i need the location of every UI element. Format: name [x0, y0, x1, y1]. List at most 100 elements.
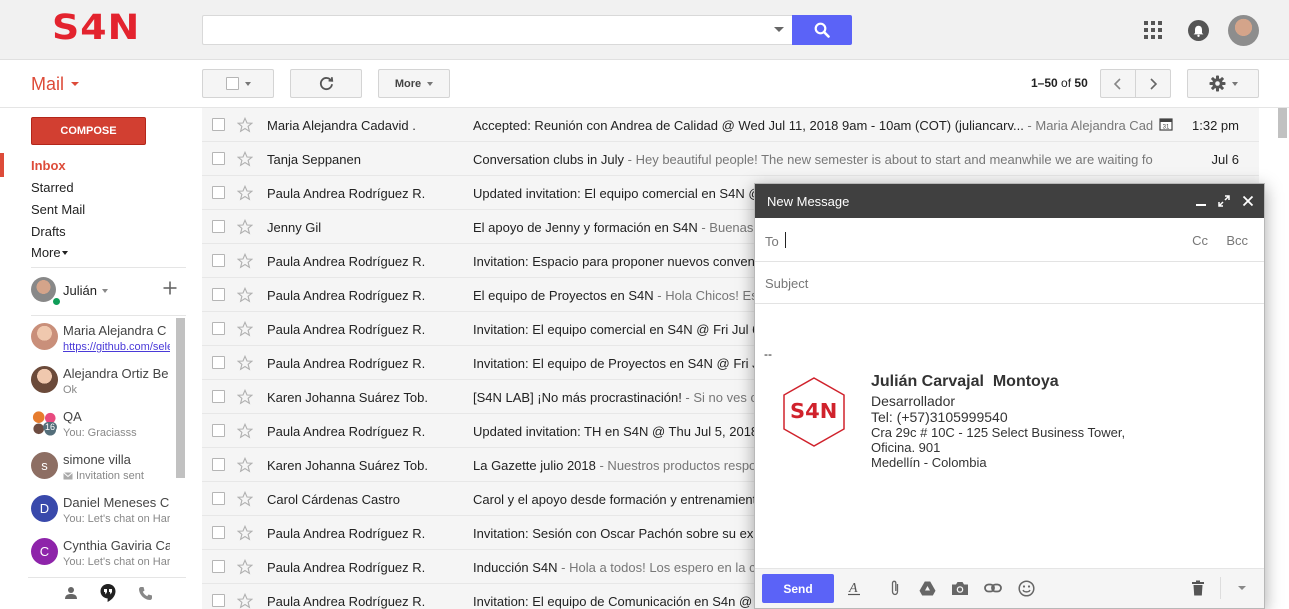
s4n-logo[interactable]: S4N — [52, 11, 140, 46]
row-checkbox[interactable] — [212, 424, 225, 437]
contact-avatar — [31, 323, 58, 350]
close-icon[interactable] — [1242, 195, 1254, 207]
hangouts-contact[interactable]: Maria Alejandra C https://github.com/sele — [28, 316, 176, 359]
row-checkbox[interactable] — [212, 186, 225, 199]
bcc-link[interactable]: Bcc — [1226, 233, 1248, 248]
nav-item-starred[interactable]: Starred — [31, 180, 74, 195]
more-options-chevron-down-icon[interactable] — [1233, 579, 1251, 597]
hangouts-contact[interactable]: D Daniel Meneses C You: Let's chat on Har — [28, 488, 176, 531]
star-icon[interactable] — [237, 355, 253, 371]
contact-avatar: C — [31, 538, 58, 565]
row-checkbox[interactable] — [212, 322, 225, 335]
chevron-down-icon[interactable] — [62, 251, 68, 255]
contact-status[interactable]: https://github.com/sele — [63, 341, 170, 353]
phone-calls-tab[interactable] — [135, 583, 155, 603]
minimize-icon[interactable] — [1195, 195, 1207, 207]
row-checkbox[interactable] — [212, 356, 225, 369]
row-checkbox[interactable] — [212, 594, 225, 607]
contact-name: simone villa — [63, 452, 131, 467]
compose-header[interactable]: New Message — [755, 184, 1264, 218]
hangouts-contact[interactable]: s simone villa Invitation sent — [28, 445, 176, 488]
star-icon[interactable] — [237, 287, 253, 303]
divider — [31, 267, 186, 268]
chevron-down-icon[interactable] — [71, 82, 79, 86]
to-field[interactable]: To Cc Bcc — [755, 219, 1264, 262]
active-indicator — [0, 153, 4, 177]
email-row[interactable]: Tanja Seppanen Conversation clubs in July… — [202, 142, 1259, 176]
notifications-bell-icon[interactable] — [1188, 20, 1209, 41]
insert-emoji-icon[interactable] — [1017, 579, 1035, 597]
settings-button[interactable] — [1187, 69, 1259, 98]
nav-item-sent-mail[interactable]: Sent Mail — [31, 202, 85, 217]
search-options-dropdown-icon[interactable] — [774, 27, 784, 32]
account-avatar[interactable] — [1228, 15, 1259, 46]
hangouts-me-name[interactable]: Julián — [63, 283, 97, 298]
star-icon[interactable] — [237, 491, 253, 507]
select-all-button[interactable] — [202, 69, 274, 98]
nav-item-drafts[interactable]: Drafts — [31, 224, 66, 239]
contact-name: Cynthia Gaviria Ca — [63, 538, 170, 553]
mail-app-switcher[interactable]: Mail — [31, 74, 64, 95]
row-checkbox[interactable] — [212, 526, 225, 539]
star-icon[interactable] — [237, 389, 253, 405]
hangouts-contact[interactable]: Alejandra Ortiz Be Ok — [28, 359, 176, 402]
star-icon[interactable] — [237, 593, 253, 609]
nav-item-inbox[interactable]: Inbox — [31, 158, 66, 173]
email-sender: Paula Andrea Rodríguez R. — [267, 526, 426, 541]
contact-status: You: Let's chat on Har — [63, 556, 170, 568]
select-all-checkbox[interactable] — [225, 77, 239, 90]
more-actions-button[interactable]: More — [378, 69, 450, 98]
subject-field[interactable]: Subject — [755, 262, 1264, 304]
email-list-scrollbar[interactable] — [1278, 108, 1287, 138]
star-icon[interactable] — [237, 423, 253, 439]
row-checkbox[interactable] — [212, 118, 225, 131]
star-icon[interactable] — [237, 525, 253, 541]
insert-link-icon[interactable] — [984, 579, 1002, 597]
email-subject-line: Conversation clubs in July - Hey beautif… — [473, 152, 1153, 167]
attach-file-icon[interactable] — [886, 579, 904, 597]
nav-item-more[interactable]: More — [31, 245, 61, 260]
contacts-tab[interactable] — [61, 583, 81, 603]
hangouts-contact[interactable]: 16 QA You: Graciasss — [28, 402, 176, 445]
newer-page-button[interactable] — [1100, 69, 1136, 98]
star-icon[interactable] — [237, 151, 253, 167]
contacts-scrollbar[interactable] — [176, 318, 185, 478]
email-row[interactable]: Maria Alejandra Cadavid . Accepted: Reuni… — [202, 108, 1259, 142]
cc-link[interactable]: Cc — [1192, 233, 1208, 248]
row-checkbox[interactable] — [212, 254, 225, 267]
chevron-down-icon[interactable] — [102, 289, 108, 293]
hangouts-contact[interactable]: C Cynthia Gaviria Ca You: Let's chat on Ha… — [28, 531, 176, 574]
expand-fullscreen-icon[interactable] — [1218, 195, 1230, 207]
row-checkbox[interactable] — [212, 390, 225, 403]
refresh-button[interactable] — [290, 69, 362, 98]
compose-button[interactable]: COMPOSE — [31, 117, 146, 145]
row-checkbox[interactable] — [212, 220, 225, 233]
email-snippet: - Hey beautiful people! The new semester… — [624, 152, 1153, 167]
row-checkbox[interactable] — [212, 288, 225, 301]
email-sender: Tanja Seppanen — [267, 152, 361, 167]
older-page-button[interactable] — [1135, 69, 1171, 98]
star-icon[interactable] — [237, 321, 253, 337]
insert-photo-icon[interactable] — [951, 579, 969, 597]
formatting-options-icon[interactable]: A — [845, 579, 863, 597]
search-button[interactable] — [792, 15, 852, 45]
email-subject: Updated invitation: El equipo comercial … — [473, 186, 762, 201]
discard-draft-trash-icon[interactable] — [1189, 579, 1207, 597]
row-checkbox[interactable] — [212, 492, 225, 505]
email-subject: Invitation: El equipo de Comunicación en… — [473, 594, 764, 609]
star-icon[interactable] — [237, 253, 253, 269]
star-icon[interactable] — [237, 559, 253, 575]
send-button[interactable]: Send — [762, 574, 834, 603]
row-checkbox[interactable] — [212, 560, 225, 573]
star-icon[interactable] — [237, 219, 253, 235]
star-icon[interactable] — [237, 457, 253, 473]
google-drive-icon[interactable] — [918, 579, 936, 597]
star-icon[interactable] — [237, 185, 253, 201]
hangouts-tab[interactable] — [98, 583, 118, 603]
search-input[interactable] — [202, 15, 792, 45]
row-checkbox[interactable] — [212, 152, 225, 165]
star-icon[interactable] — [237, 117, 253, 133]
row-checkbox[interactable] — [212, 458, 225, 471]
apps-grid-icon[interactable] — [1144, 21, 1162, 39]
new-conversation-plus-icon[interactable] — [162, 280, 178, 296]
